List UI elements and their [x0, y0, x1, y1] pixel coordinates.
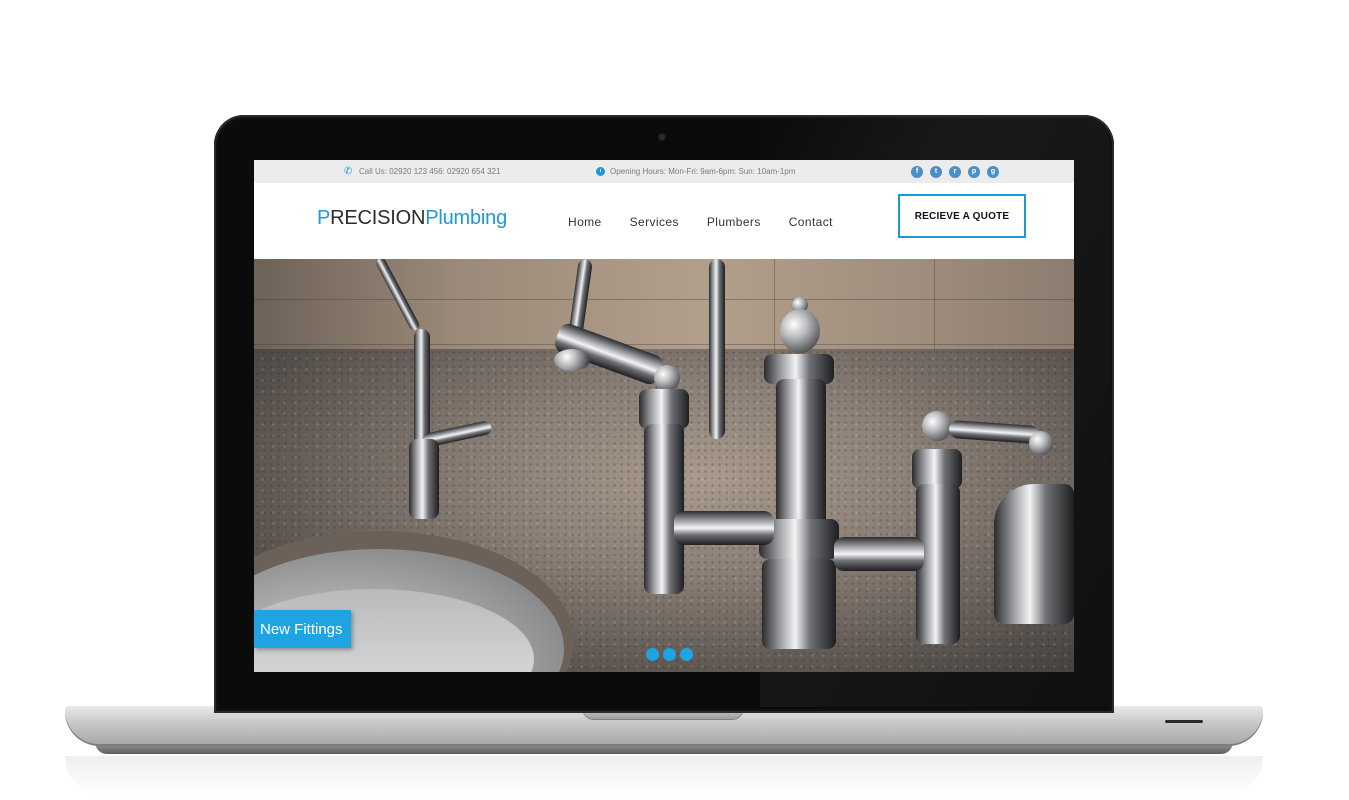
- main-nav: Home Services Plumbers Contact: [568, 215, 861, 229]
- nav-services[interactable]: Services: [630, 215, 679, 229]
- nav-contact[interactable]: Contact: [789, 215, 833, 229]
- slider-dot-1[interactable]: [646, 648, 659, 661]
- opening-hours-info: Opening Hours: Mon-Fri: 9am-6pm: Sun: 10…: [596, 160, 795, 183]
- slider-dot-3[interactable]: [680, 648, 693, 661]
- nav-plumbers[interactable]: Plumbers: [707, 215, 761, 229]
- slide-caption: New Fittings: [254, 610, 351, 648]
- logo-word-plumbing: Plumbing: [425, 207, 508, 229]
- pinterest-icon[interactable]: p: [968, 165, 980, 178]
- facebook-icon[interactable]: f: [911, 165, 923, 178]
- hero-slider: New Fittings: [254, 259, 1074, 672]
- call-us-info: ✆ Call Us: 02920 123 456: 02920 654 321: [344, 160, 500, 183]
- nav-home[interactable]: Home: [568, 215, 602, 229]
- rss-icon[interactable]: r: [949, 165, 961, 178]
- phone-icon: ✆: [344, 165, 353, 177]
- laptop-screen: ✆ Call Us: 02920 123 456: 02920 654 321 …: [254, 160, 1074, 672]
- social-links: f t r p g: [911, 160, 999, 183]
- call-us-text: Call Us: 02920 123 456: 02920 654 321: [359, 167, 501, 176]
- opening-hours-text: Opening Hours: Mon-Fri: 9am-6pm: Sun: 10…: [610, 167, 796, 176]
- slider-dot-2[interactable]: [663, 648, 676, 661]
- receive-quote-button[interactable]: RECIEVE A QUOTE: [898, 194, 1026, 238]
- top-info-bar: ✆ Call Us: 02920 123 456: 02920 654 321 …: [254, 160, 1074, 183]
- google-plus-icon[interactable]: g: [987, 165, 999, 178]
- site-logo[interactable]: PRECISIONPlumbing: [317, 207, 507, 230]
- laptop-indicator-light: [1165, 720, 1203, 723]
- laptop-reflection: [65, 756, 1263, 796]
- main-header: PRECISIONPlumbing Home Services Plumbers…: [254, 183, 1074, 259]
- logo-word-precision: RECISION: [330, 207, 426, 229]
- slider-pagination: [646, 648, 693, 661]
- twitter-icon[interactable]: t: [930, 165, 942, 178]
- webcam: [659, 134, 665, 140]
- logo-initial: P: [317, 207, 331, 229]
- clock-icon: [596, 167, 605, 176]
